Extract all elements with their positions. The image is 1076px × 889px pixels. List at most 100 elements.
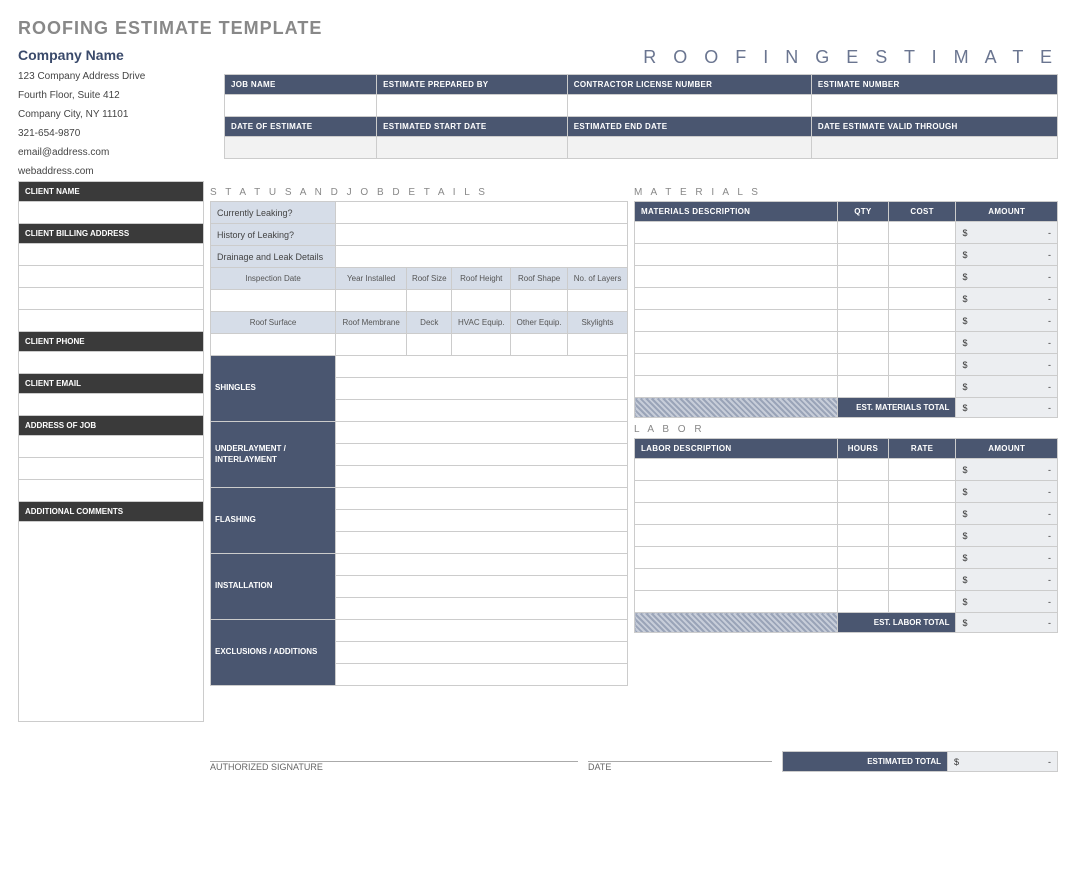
- client-name-input[interactable]: [19, 202, 204, 224]
- install-1[interactable]: [336, 554, 628, 576]
- lab-rate-2[interactable]: [888, 481, 956, 503]
- mat-qty-7[interactable]: [838, 354, 889, 376]
- lab-hrs-7[interactable]: [838, 591, 889, 613]
- mat-cost-6[interactable]: [888, 332, 956, 354]
- mat-qty-3[interactable]: [838, 266, 889, 288]
- inspect-input[interactable]: [211, 290, 336, 312]
- mat-cost-7[interactable]: [888, 354, 956, 376]
- lab-hrs-1[interactable]: [838, 459, 889, 481]
- prepared-by-input[interactable]: [377, 95, 568, 117]
- mat-desc-2[interactable]: [635, 244, 838, 266]
- excl-2[interactable]: [336, 642, 628, 664]
- drainage-input[interactable]: [336, 246, 628, 268]
- estimate-no-input[interactable]: [811, 95, 1057, 117]
- mat-desc-3[interactable]: [635, 266, 838, 288]
- year-input[interactable]: [336, 290, 407, 312]
- client-email-input[interactable]: [19, 394, 204, 416]
- mat-cost-4[interactable]: [888, 288, 956, 310]
- flashing-3[interactable]: [336, 532, 628, 554]
- lab-hrs-6[interactable]: [838, 569, 889, 591]
- shingles-1[interactable]: [336, 356, 628, 378]
- mat-qty-8[interactable]: [838, 376, 889, 398]
- date-line[interactable]: [588, 732, 772, 762]
- job-addr-3[interactable]: [19, 480, 204, 502]
- skylights-input[interactable]: [568, 334, 628, 356]
- mat-desc-6[interactable]: [635, 332, 838, 354]
- client-billing-4[interactable]: [19, 310, 204, 332]
- lab-desc-1[interactable]: [635, 459, 838, 481]
- lab-hrs-4[interactable]: [838, 525, 889, 547]
- mat-desc-8[interactable]: [635, 376, 838, 398]
- client-billing-2[interactable]: [19, 266, 204, 288]
- flashing-2[interactable]: [336, 510, 628, 532]
- lbl-deck: Deck: [407, 312, 452, 334]
- mat-desc-4[interactable]: [635, 288, 838, 310]
- shingles-2[interactable]: [336, 378, 628, 400]
- mat-qty-6[interactable]: [838, 332, 889, 354]
- lab-hrs-2[interactable]: [838, 481, 889, 503]
- client-phone-input[interactable]: [19, 352, 204, 374]
- flashing-1[interactable]: [336, 488, 628, 510]
- start-date-input[interactable]: [377, 137, 568, 159]
- lab-desc-7[interactable]: [635, 591, 838, 613]
- mat-cost-5[interactable]: [888, 310, 956, 332]
- excl-3[interactable]: [336, 664, 628, 686]
- deck-input[interactable]: [407, 334, 452, 356]
- layers-input[interactable]: [568, 290, 628, 312]
- client-billing-3[interactable]: [19, 288, 204, 310]
- license-input[interactable]: [567, 95, 811, 117]
- job-addr-2[interactable]: [19, 458, 204, 480]
- membrane-input[interactable]: [336, 334, 407, 356]
- install-2[interactable]: [336, 576, 628, 598]
- history-input[interactable]: [336, 224, 628, 246]
- underlay-1[interactable]: [336, 422, 628, 444]
- mat-desc-7[interactable]: [635, 354, 838, 376]
- height-input[interactable]: [452, 290, 511, 312]
- lab-hrs-3[interactable]: [838, 503, 889, 525]
- lab-desc-3[interactable]: [635, 503, 838, 525]
- surface-input[interactable]: [211, 334, 336, 356]
- lab-desc-5[interactable]: [635, 547, 838, 569]
- size-input[interactable]: [407, 290, 452, 312]
- underlay-2[interactable]: [336, 444, 628, 466]
- mat-qty-4[interactable]: [838, 288, 889, 310]
- end-date-input[interactable]: [567, 137, 811, 159]
- lab-desc-4[interactable]: [635, 525, 838, 547]
- comments-input[interactable]: [19, 522, 204, 722]
- lab-rate-4[interactable]: [888, 525, 956, 547]
- hvac-input[interactable]: [452, 334, 511, 356]
- job-name-input[interactable]: [225, 95, 377, 117]
- mat-qty-1[interactable]: [838, 222, 889, 244]
- install-3[interactable]: [336, 598, 628, 620]
- lab-desc-6[interactable]: [635, 569, 838, 591]
- mat-cost-3[interactable]: [888, 266, 956, 288]
- other-input[interactable]: [511, 334, 568, 356]
- lab-desc-2[interactable]: [635, 481, 838, 503]
- mat-desc-1[interactable]: [635, 222, 838, 244]
- lab-amt-3: $-: [956, 503, 1058, 525]
- lbl-skylights: Skylights: [568, 312, 628, 334]
- lab-rate-5[interactable]: [888, 547, 956, 569]
- mat-desc-5[interactable]: [635, 310, 838, 332]
- lab-rate-7[interactable]: [888, 591, 956, 613]
- valid-through-input[interactable]: [811, 137, 1057, 159]
- mat-cost-8[interactable]: [888, 376, 956, 398]
- job-addr-1[interactable]: [19, 436, 204, 458]
- lab-rate-3[interactable]: [888, 503, 956, 525]
- excl-1[interactable]: [336, 620, 628, 642]
- mat-qty-2[interactable]: [838, 244, 889, 266]
- lab-rate-6[interactable]: [888, 569, 956, 591]
- mat-cost-1[interactable]: [888, 222, 956, 244]
- lab-hrs-5[interactable]: [838, 547, 889, 569]
- leaking-input[interactable]: [336, 202, 628, 224]
- signature-label: AUTHORIZED SIGNATURE: [210, 762, 578, 772]
- shape-input[interactable]: [511, 290, 568, 312]
- lab-rate-1[interactable]: [888, 459, 956, 481]
- signature-line[interactable]: [210, 732, 578, 762]
- mat-cost-2[interactable]: [888, 244, 956, 266]
- date-estimate-input[interactable]: [225, 137, 377, 159]
- underlay-3[interactable]: [336, 466, 628, 488]
- client-billing-1[interactable]: [19, 244, 204, 266]
- mat-qty-5[interactable]: [838, 310, 889, 332]
- shingles-3[interactable]: [336, 400, 628, 422]
